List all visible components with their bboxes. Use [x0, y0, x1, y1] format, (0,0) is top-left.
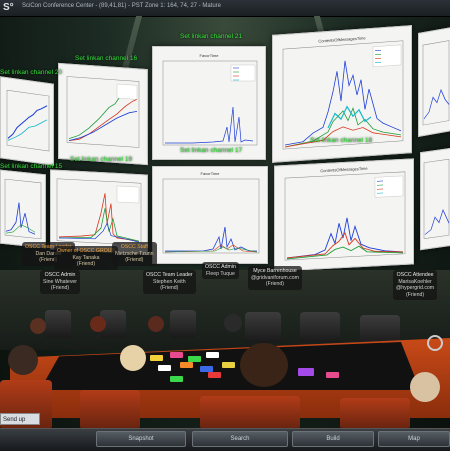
table-tile[interactable]	[206, 352, 219, 358]
channel-label-17[interactable]: Set linkan channel 17	[180, 147, 242, 154]
avatar[interactable]	[30, 318, 46, 334]
channel-label-19[interactable]: Set linkan channel 19	[70, 156, 132, 163]
chart-bottom-far-right-plot	[421, 149, 450, 249]
table-tile[interactable]	[208, 372, 221, 378]
avatar-name-tag[interactable]: OSCC Staff Nietzsche Tzunn (Friend)	[112, 242, 157, 266]
channel-label-15[interactable]: Set linkan channel 15	[0, 163, 62, 170]
chart-top-center-title: FavorTime	[200, 53, 220, 58]
table-tile[interactable]	[170, 352, 183, 358]
avatar[interactable]	[224, 314, 242, 332]
top-status-bar: S° SciCon Conference Center - (89,41,81)…	[0, 0, 450, 17]
table-tile[interactable]	[326, 372, 339, 378]
chart-panel-top-far-right	[418, 27, 450, 137]
chair	[360, 315, 400, 345]
chat-input[interactable]: Send up	[0, 413, 40, 425]
rotate-handle-icon[interactable]	[427, 335, 443, 351]
chart-panel-bottom-right: ContentsOfMessagesTime	[274, 158, 414, 271]
chart-top-right-title: ContentsOfMessagesTime	[318, 35, 366, 43]
avatar[interactable]	[148, 316, 164, 332]
avatar-name-tag[interactable]: OSCC Admin Fleep Tuque	[202, 262, 239, 279]
table-tile[interactable]	[150, 355, 163, 361]
chart-panel-bottom-far-right	[420, 148, 450, 250]
chart-bottom-right-title: ContentsOfMessagesTime	[320, 166, 368, 174]
channel-label-18[interactable]: Set linkan channel 18	[310, 137, 372, 144]
table-tile[interactable]	[298, 368, 314, 376]
chair	[45, 310, 71, 338]
avatar[interactable]	[90, 316, 106, 332]
search-button[interactable]: Search	[192, 431, 288, 447]
avatar[interactable]	[410, 372, 440, 402]
build-button[interactable]: Build	[292, 431, 374, 447]
chair	[340, 398, 410, 428]
table-tile[interactable]	[170, 376, 183, 382]
chart-top-mid-left-plot	[59, 64, 147, 164]
3d-viewport[interactable]: S° SciCon Conference Center - (89,41,81)…	[0, 0, 450, 450]
chair	[80, 390, 140, 428]
chart-bottom-center-title: FavorTime	[201, 171, 221, 176]
avatar-name-tag[interactable]: OSCC Admin Sine Whatever (Friend)	[40, 270, 80, 294]
avatar-name-tag[interactable]: Myce Barrenhouse @gridvaniforum.com (Fri…	[248, 266, 302, 290]
chart-panel-top-center: FavorTime	[152, 46, 266, 160]
chair	[300, 312, 340, 342]
chart-bottom-right-plot: ContentsOfMessagesTime	[275, 159, 413, 270]
chart-top-center-plot: FavorTime	[153, 47, 265, 159]
map-button[interactable]: Map	[378, 431, 450, 447]
avatar[interactable]	[240, 343, 288, 387]
avatar-name-tag[interactable]: OSCC Team Leader Stephen Keith (Friend)	[143, 270, 196, 294]
snapshot-button[interactable]: Snapshot	[96, 431, 186, 447]
channel-label-16[interactable]: Set linkan channel 16	[75, 55, 137, 62]
table-tile[interactable]	[158, 365, 171, 371]
avatar[interactable]	[120, 345, 146, 371]
chair	[200, 396, 300, 428]
chair	[245, 312, 281, 342]
channel-label-20[interactable]: Set linkan channel 20	[0, 69, 62, 76]
chart-top-far-right-plot	[419, 28, 450, 136]
chart-panel-bottom-center: FavorTime	[152, 166, 268, 264]
table-tile[interactable]	[222, 362, 235, 368]
avatar-name-tag[interactable]: OSCC Attendee MarisaKoehler @hypergrid.c…	[393, 270, 437, 300]
chart-top-left-plot	[1, 77, 53, 164]
viewer-logo-icon[interactable]: S°	[3, 2, 17, 14]
avatar-name-tag[interactable]: Owner of OSCC GROUP Kay Tanaka (Friend)	[54, 246, 118, 270]
chart-bottom-center-plot: FavorTime	[153, 167, 267, 263]
chart-panel-top-left	[0, 76, 54, 166]
avatar[interactable]	[8, 345, 38, 375]
table-tile[interactable]	[180, 362, 193, 368]
chart-bottom-left-plot	[1, 171, 45, 248]
chair	[170, 310, 196, 338]
chart-panel-top-mid-left	[58, 63, 148, 165]
location-text: SciCon Conference Center - (89,41,81) - …	[22, 3, 221, 9]
chart-panel-bottom-left	[0, 170, 46, 249]
channel-label-21[interactable]: Set linkan channel 21	[180, 33, 242, 40]
